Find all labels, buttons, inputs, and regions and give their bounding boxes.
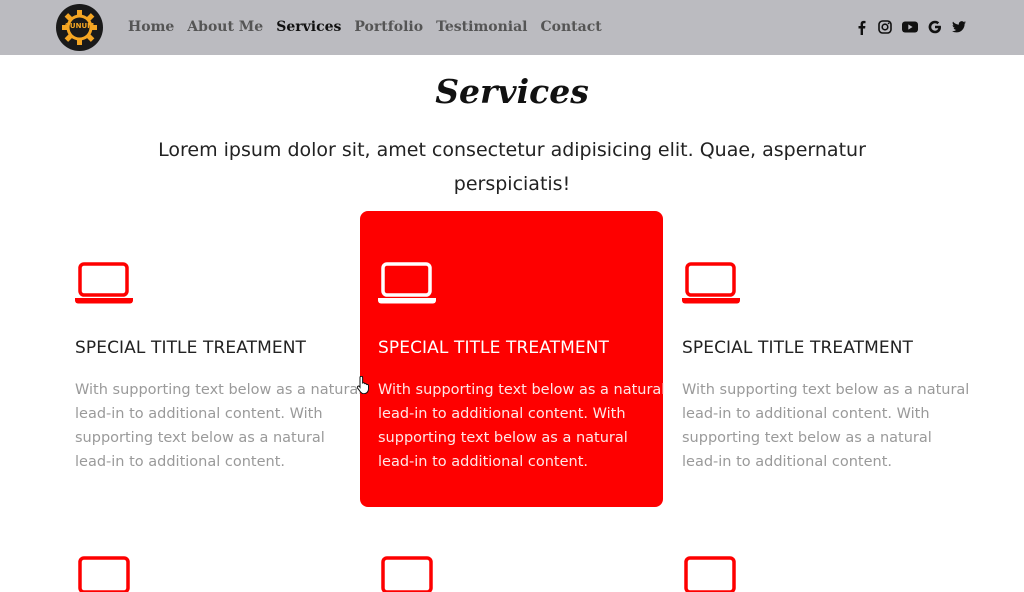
nav-link-portfolio[interactable]: Portfolio bbox=[354, 17, 423, 37]
laptop-icon bbox=[78, 556, 130, 592]
nav-link-home[interactable]: Home bbox=[128, 17, 174, 37]
service-card[interactable]: SPECIAL TITLE TREATMENT With supporting … bbox=[75, 211, 378, 507]
laptop-icon bbox=[682, 262, 740, 304]
social-links bbox=[854, 17, 976, 37]
service-card[interactable]: SPECIAL TITLE TREATMENT With supporting … bbox=[682, 211, 985, 507]
logo-text: SUNUM bbox=[64, 22, 95, 30]
nav-links: Home About Me Services Portfolio Testimo… bbox=[128, 17, 615, 37]
card-text: With supporting text below as a natural … bbox=[682, 382, 970, 470]
nav-link-testimonial[interactable]: Testimonial bbox=[436, 17, 527, 37]
page-title: Services bbox=[435, 72, 589, 111]
nav-link-about[interactable]: About Me bbox=[187, 17, 263, 37]
card-text: With supporting text below as a natural … bbox=[378, 382, 666, 470]
nav-link-services[interactable]: Services bbox=[276, 17, 341, 37]
logo[interactable]: SUNUM bbox=[56, 4, 103, 51]
card-title: SPECIAL TITLE TREATMENT bbox=[75, 338, 307, 358]
instagram-icon[interactable] bbox=[878, 17, 892, 37]
youtube-icon[interactable] bbox=[902, 17, 918, 37]
card-title: SPECIAL TITLE TREATMENT bbox=[682, 338, 914, 358]
section-intro: Lorem ipsum dolor sit, amet consectetur … bbox=[158, 139, 866, 195]
laptop-icon bbox=[684, 556, 736, 592]
facebook-icon[interactable] bbox=[854, 17, 868, 37]
card-text: With supporting text below as a natural … bbox=[75, 382, 363, 470]
pointer-cursor-icon bbox=[357, 376, 369, 394]
google-icon[interactable] bbox=[928, 17, 942, 37]
navbar: SUNUM Home About Me Services Portfolio T… bbox=[0, 0, 1024, 55]
card-title: SPECIAL TITLE TREATMENT bbox=[378, 338, 610, 358]
laptop-icon bbox=[378, 262, 436, 304]
service-card-highlighted[interactable]: SPECIAL TITLE TREATMENT With supporting … bbox=[360, 211, 665, 507]
nav-link-contact[interactable]: Contact bbox=[541, 17, 602, 37]
laptop-icon bbox=[381, 556, 433, 592]
twitter-icon[interactable] bbox=[952, 17, 966, 37]
laptop-icon bbox=[75, 262, 133, 304]
